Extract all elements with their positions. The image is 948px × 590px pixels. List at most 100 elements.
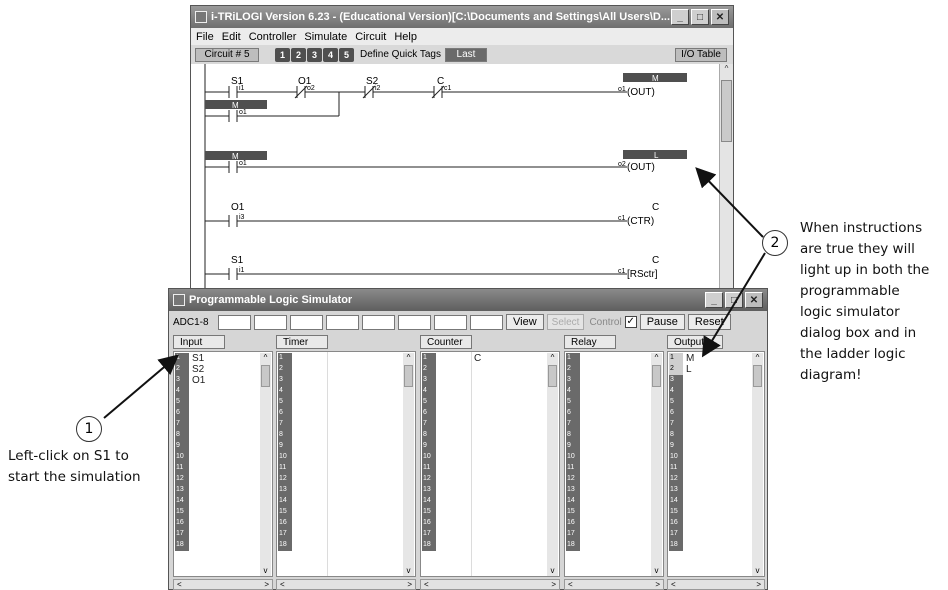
quick-tag-3-button[interactable]: 3 — [307, 47, 322, 62]
adc-field-7[interactable] — [434, 314, 467, 330]
pause-button[interactable]: Pause — [639, 314, 685, 330]
menu-edit[interactable]: Edit — [222, 31, 241, 43]
scroll-up-arrow-icon[interactable]: ^ — [720, 64, 733, 78]
coil-l[interactable]: (OUT) — [627, 162, 655, 173]
contact-s1[interactable] — [228, 86, 238, 98]
contact-s2-nc[interactable] — [362, 85, 376, 99]
close-button[interactable]: ✕ — [711, 9, 729, 25]
scroll-left-icon[interactable]: < — [568, 580, 573, 589]
io-table-button[interactable]: I/O Table — [675, 47, 727, 62]
counter-c[interactable]: C — [474, 353, 481, 364]
contact-c-nc[interactable] — [431, 85, 445, 99]
adc-field-6[interactable] — [398, 314, 431, 330]
contact-o1-r3[interactable] — [228, 215, 238, 227]
scroll-left-icon[interactable]: < — [280, 580, 285, 589]
contact-s1-r4[interactable] — [228, 268, 238, 280]
scroll-right-icon[interactable]: > — [551, 580, 556, 589]
contact-o1-nc[interactable] — [294, 85, 308, 99]
minimize-button[interactable]: _ — [671, 9, 689, 25]
scroll-up-icon[interactable]: ^ — [547, 353, 558, 364]
output-scrollbar[interactable]: ^ v — [752, 353, 763, 576]
adc-field-8[interactable] — [470, 314, 503, 330]
counter-hscrollbar[interactable]: < > — [420, 579, 560, 590]
counter-list[interactable]: 1 2 3 4 5 6 7 8 9 10 11 12 13 14 15 16 17 18 C ^ v — [420, 351, 560, 577]
circuit-number-button[interactable]: Circuit # 5 — [195, 47, 259, 62]
menu-help[interactable]: Help — [394, 31, 417, 43]
contact-m[interactable] — [228, 161, 238, 173]
scroll-right-icon[interactable]: > — [756, 580, 761, 589]
input-s1[interactable]: S1 — [192, 353, 205, 364]
scroll-down-icon[interactable]: v — [260, 566, 271, 576]
scroll-thumb[interactable] — [548, 365, 557, 387]
ladder-title-bar[interactable]: i-TRiLOGI Version 6.23 - (Educational Ve… — [191, 6, 733, 28]
menu-controller[interactable]: Controller — [249, 31, 297, 43]
timer-hscrollbar[interactable]: < > — [276, 579, 416, 590]
rung-1[interactable]: S1 O1 S2 C i1 o2 i2 c1 M o1 M o1 (OUT) — [205, 73, 687, 122]
coil-m[interactable]: (OUT) — [627, 87, 655, 98]
scroll-right-icon[interactable]: > — [264, 580, 269, 589]
scroll-up-icon[interactable]: ^ — [651, 353, 662, 364]
scroll-left-icon[interactable]: < — [671, 580, 676, 589]
quick-tag-5-button[interactable]: 5 — [339, 47, 354, 62]
quick-tag-1-button[interactable]: 1 — [275, 47, 290, 62]
adc-field-3[interactable] — [290, 314, 323, 330]
scroll-thumb[interactable] — [404, 365, 413, 387]
scroll-up-icon[interactable]: ^ — [403, 353, 414, 364]
scroll-down-icon[interactable]: v — [547, 566, 558, 576]
scroll-thumb[interactable] — [753, 365, 762, 387]
output-m[interactable]: M — [686, 353, 694, 364]
define-quick-tags-button[interactable]: Define Quick Tags — [360, 49, 441, 60]
relay-hscrollbar[interactable]: < > — [564, 579, 664, 590]
reset-button[interactable]: Reset — [687, 314, 731, 330]
adc-field-2[interactable] — [254, 314, 287, 330]
quick-tag-2-button[interactable]: 2 — [291, 47, 306, 62]
last-button[interactable]: Last — [444, 47, 487, 62]
select-button[interactable]: Select — [546, 314, 585, 330]
quick-tag-4-button[interactable]: 4 — [323, 47, 338, 62]
output-hscrollbar[interactable]: < > — [667, 579, 765, 590]
input-list[interactable]: 1 2 3 4 5 6 7 8 9 10 11 12 13 14 15 16 17 18 S1 S2 O1 ^ v — [173, 351, 273, 577]
adc-field-1[interactable] — [218, 314, 251, 330]
scroll-thumb[interactable] — [261, 365, 270, 387]
scroll-thumb[interactable] — [721, 80, 732, 142]
rung-4[interactable]: S1 i1 C c1 [RSctr] — [205, 255, 659, 280]
menu-circuit[interactable]: Circuit — [355, 31, 386, 43]
timer-scrollbar[interactable]: ^ v — [403, 353, 414, 576]
input-scrollbar[interactable]: ^ v — [260, 353, 271, 576]
output-list[interactable]: 1 2 3 4 5 6 7 8 9 10 11 12 13 14 15 16 17 18 M L ^ v — [667, 351, 765, 577]
adc-field-4[interactable] — [326, 314, 359, 330]
sim-maximize-button[interactable]: □ — [725, 292, 743, 308]
timer-list[interactable]: 1 2 3 4 5 6 7 8 9 10 11 12 13 14 15 16 17 18 ^ v — [276, 351, 416, 577]
control-checkbox[interactable]: ✓ — [624, 316, 637, 328]
scroll-left-icon[interactable]: < — [177, 580, 182, 589]
scroll-right-icon[interactable]: > — [407, 580, 412, 589]
scroll-left-icon[interactable]: < — [424, 580, 429, 589]
sim-minimize-button[interactable]: _ — [705, 292, 723, 308]
adc-field-5[interactable] — [362, 314, 395, 330]
input-hscrollbar[interactable]: < > — [173, 579, 273, 590]
menu-file[interactable]: File — [196, 31, 214, 43]
maximize-button[interactable]: □ — [691, 9, 709, 25]
ladder-diagram[interactable]: S1 O1 S2 C i1 o2 i2 c1 M o1 M o1 (OUT) M… — [191, 64, 733, 294]
scroll-right-icon[interactable]: > — [655, 580, 660, 589]
scroll-up-icon[interactable]: ^ — [752, 353, 763, 364]
ladder-scrollbar[interactable]: ^ — [719, 64, 733, 294]
relay-scrollbar[interactable]: ^ v — [651, 353, 662, 576]
relay-list[interactable]: 1 2 3 4 5 6 7 8 9 10 11 12 13 14 15 16 17 18 ^ v — [564, 351, 664, 577]
scroll-up-icon[interactable]: ^ — [260, 353, 271, 364]
contact-m-branch[interactable] — [228, 110, 238, 122]
counter-scrollbar[interactable]: ^ v — [547, 353, 558, 576]
input-s2[interactable]: S2 — [192, 364, 205, 375]
scroll-down-icon[interactable]: v — [403, 566, 414, 576]
scroll-down-icon[interactable]: v — [651, 566, 662, 576]
coil-ctr[interactable]: (CTR) — [627, 216, 654, 227]
menu-simulate[interactable]: Simulate — [304, 31, 347, 43]
input-o1[interactable]: O1 — [192, 375, 205, 386]
simulator-title-bar[interactable]: Programmable Logic Simulator _ □ ✕ — [169, 289, 767, 311]
rung-2[interactable]: M o1 L o2 (OUT) — [205, 150, 687, 173]
scroll-down-icon[interactable]: v — [752, 566, 763, 576]
sim-close-button[interactable]: ✕ — [745, 292, 763, 308]
coil-rsctr[interactable]: [RSctr] — [627, 269, 658, 280]
view-button[interactable]: View — [506, 314, 544, 330]
scroll-thumb[interactable] — [652, 365, 661, 387]
